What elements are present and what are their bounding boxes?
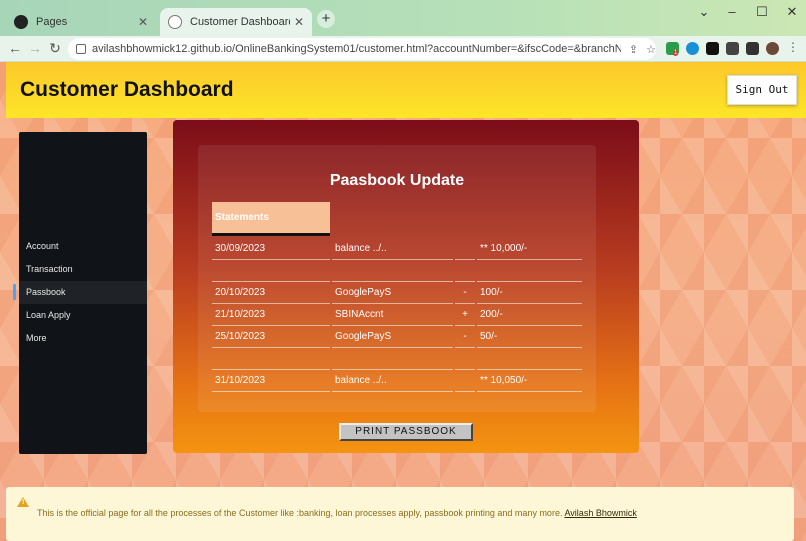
cell-desc: SBINAccnt — [332, 304, 453, 326]
browser-tab-customer-dashboard[interactable]: Customer Dashboard ✕ — [160, 8, 312, 36]
bookmark-star-icon[interactable]: ☆ — [646, 43, 656, 56]
close-icon[interactable]: ✕ — [294, 15, 304, 29]
reload-icon[interactable]: ↻ — [46, 40, 64, 57]
extension-badge: 1 — [673, 50, 679, 56]
cell-sign — [455, 260, 475, 282]
cell-sign: - — [455, 326, 475, 348]
sidebar: Account Transaction Passbook Loan Apply … — [19, 132, 147, 454]
table-row: 31/10/2023 balance ../.. ** 10,050/- — [212, 370, 582, 392]
close-window-icon[interactable]: ✕ — [778, 4, 806, 20]
lock-icon — [76, 44, 86, 54]
page: Customer Dashboard Sign Out Account Tran… — [0, 62, 806, 541]
sign-out-button[interactable]: Sign Out — [727, 75, 797, 105]
extension-icon[interactable] — [706, 42, 719, 55]
tab-search-icon[interactable]: ⌄ — [690, 4, 718, 20]
sidebar-item-account[interactable]: Account — [19, 235, 147, 258]
cell-date: 25/10/2023 — [212, 326, 330, 348]
cell-date: 21/10/2023 — [212, 304, 330, 326]
cell-sign: - — [455, 282, 475, 304]
header: Customer Dashboard Sign Out — [6, 62, 806, 118]
table-row: 21/10/2023 SBINAccnt +200/- — [212, 304, 582, 326]
footer-message: This is the official page for all the pr… — [37, 508, 563, 518]
browser-tab-pages[interactable]: Pages ✕ — [6, 8, 156, 36]
globe-icon — [168, 15, 182, 29]
share-icon[interactable]: ⇪ — [629, 43, 638, 56]
url-text: avilashbhowmick12.github.io/OnlineBankin… — [91, 43, 621, 55]
sidebar-item-transaction[interactable]: Transaction — [19, 258, 147, 281]
cell-amount: 50/- — [477, 326, 582, 348]
passbook-card: Paasbook Update Statements 30/09/2023 bal… — [198, 145, 596, 412]
cell-amount: ** 10,050/- — [477, 370, 582, 392]
table-row: 30/09/2023 balance ../.. ** 10,000/- — [212, 238, 582, 260]
cell-desc — [332, 348, 453, 370]
table-row — [212, 260, 582, 282]
footer-text: This is the official page for all the pr… — [37, 508, 637, 518]
back-icon[interactable]: ← — [6, 40, 24, 56]
cell-sign: + — [455, 304, 475, 326]
print-passbook-button[interactable]: PRINT PASSBOOK — [339, 423, 473, 441]
close-icon[interactable]: ✕ — [138, 15, 148, 29]
cell-sign — [455, 348, 475, 370]
forward-icon[interactable]: → — [26, 40, 44, 56]
author-link[interactable]: Avilash Bhowmick — [564, 508, 636, 518]
cell-amount: ** 10,000/- — [477, 238, 582, 260]
active-indicator — [13, 284, 16, 300]
warning-icon-mark: ! — [22, 499, 25, 506]
avatar[interactable] — [766, 42, 779, 55]
tab-title: Customer Dashboard — [190, 16, 290, 28]
tab-title: Pages — [36, 16, 68, 28]
table-row: 25/10/2023 GooglePayS -50/- — [212, 326, 582, 348]
page-title: Customer Dashboard — [20, 78, 234, 101]
cell-desc — [332, 260, 453, 282]
address-bar[interactable]: avilashbhowmick12.github.io/OnlineBankin… — [68, 38, 656, 60]
passbook-title: Paasbook Update — [329, 172, 465, 189]
cell-date — [212, 348, 330, 370]
sidepanel-icon[interactable] — [746, 42, 759, 55]
sidebar-item-loan-apply[interactable]: Loan Apply — [19, 304, 147, 327]
table-row: 20/10/2023 GooglePayS -100/- — [212, 282, 582, 304]
cell-desc: GooglePayS — [332, 282, 453, 304]
new-tab-button[interactable]: + — [317, 10, 335, 28]
extension-icon[interactable] — [686, 42, 699, 55]
browser-tab-bar: Pages ✕ Customer Dashboard ✕ + ⌄ – ☐ ✕ — [0, 0, 806, 36]
table-row — [212, 348, 582, 370]
maximize-icon[interactable]: ☐ — [748, 4, 776, 20]
browser-toolbar: ← → ↻ avilashbhowmick12.github.io/Online… — [0, 36, 806, 62]
menu-icon[interactable]: ⋮ — [784, 40, 802, 54]
cell-sign — [455, 370, 475, 392]
puzzle-icon[interactable] — [726, 42, 739, 55]
sidebar-item-more[interactable]: More — [19, 327, 147, 350]
github-icon — [14, 15, 28, 29]
cell-sign — [455, 238, 475, 260]
sidebar-item-passbook[interactable]: Passbook — [19, 281, 147, 304]
cell-date: 31/10/2023 — [212, 370, 330, 392]
statements-header: Statements — [212, 202, 330, 236]
cell-amount: 100/- — [477, 282, 582, 304]
cell-desc: GooglePayS — [332, 326, 453, 348]
footer-notice: ! This is the official page for all the … — [6, 487, 794, 541]
minimize-icon[interactable]: – — [718, 4, 746, 19]
passbook-panel: Paasbook Update Statements 30/09/2023 bal… — [173, 120, 639, 453]
cell-amount — [477, 260, 582, 282]
cell-date: 30/09/2023 — [212, 238, 330, 260]
cell-date: 20/10/2023 — [212, 282, 330, 304]
cell-amount — [477, 348, 582, 370]
cell-date — [212, 260, 330, 282]
cell-amount: 200/- — [477, 304, 582, 326]
cell-desc: balance ../.. — [332, 238, 453, 260]
cell-desc: balance ../.. — [332, 370, 453, 392]
